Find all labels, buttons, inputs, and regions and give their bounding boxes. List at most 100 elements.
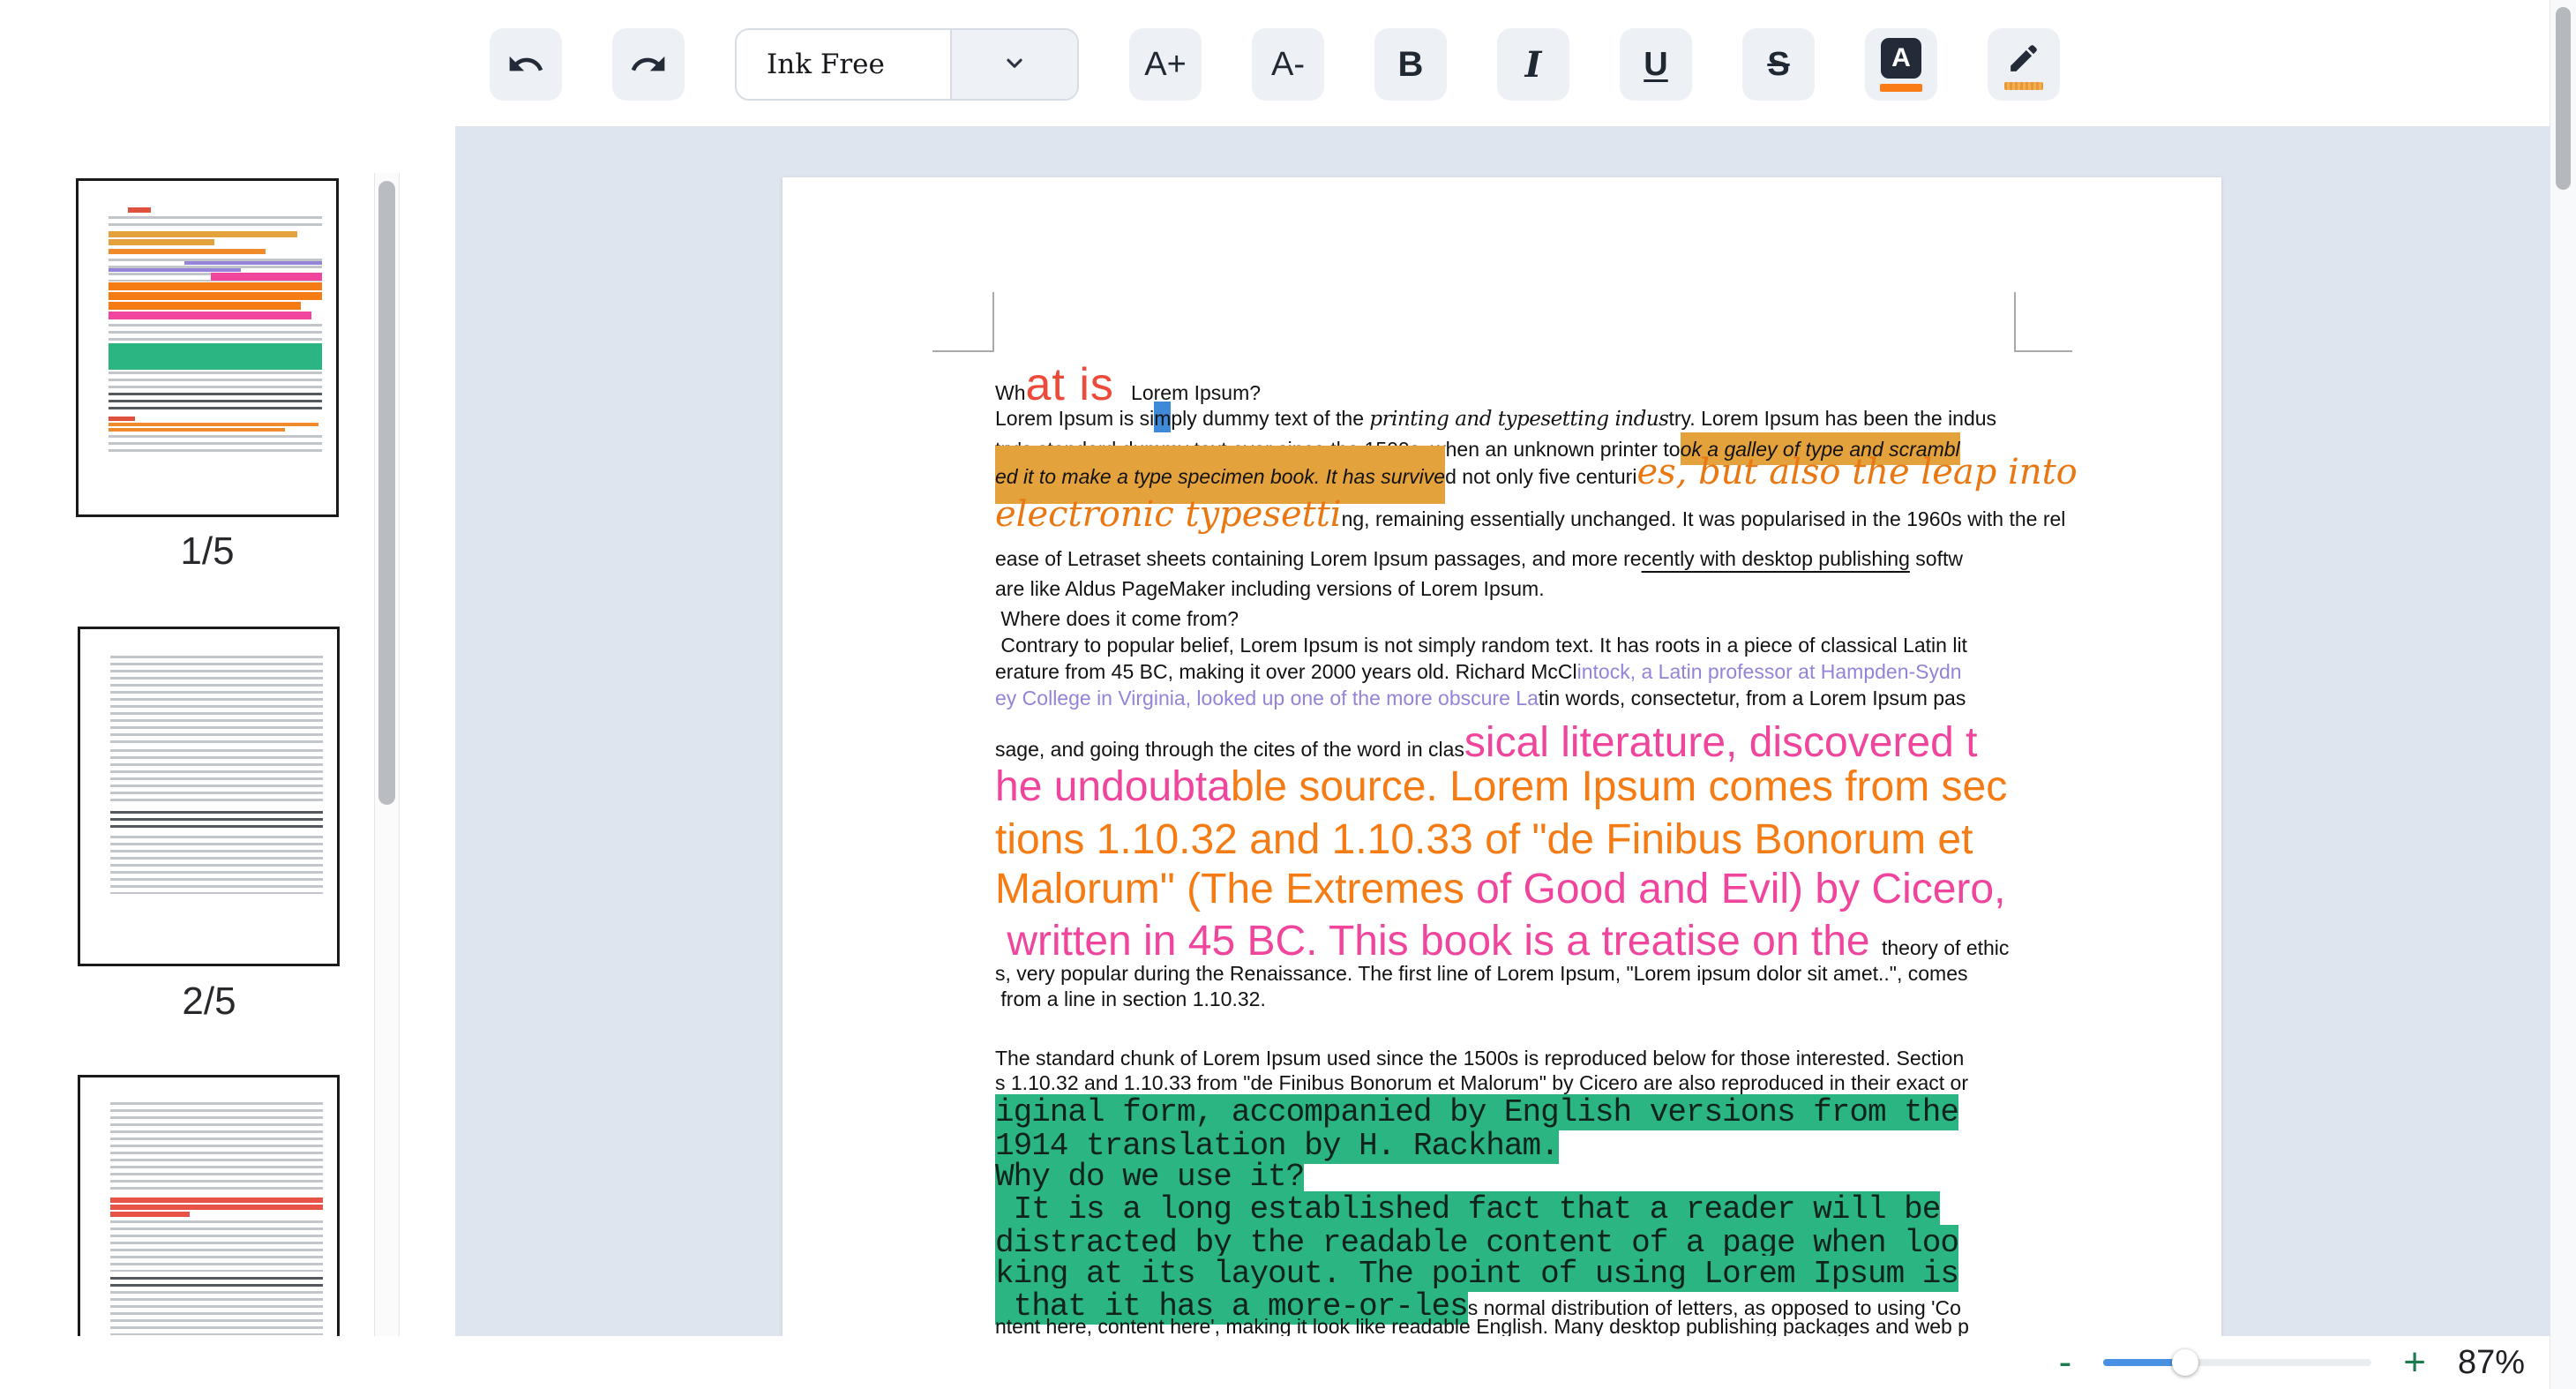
strikethrough-button[interactable]: S <box>1742 28 1815 101</box>
text-segment: Why do we use it? <box>995 1159 1305 1195</box>
main-scrollbar-thumb[interactable] <box>2556 7 2571 190</box>
text-segment: of Good and Evil) by Cicero, <box>1476 866 2006 912</box>
sidebar-scrollbar-thumb[interactable] <box>378 181 395 805</box>
page-thumbnail-1[interactable] <box>76 178 339 517</box>
text-segment: ng, remaining essentially unchanged. It … <box>1341 507 2066 530</box>
sidebar-scrollbar[interactable] <box>374 173 400 1336</box>
zoom-slider-thumb[interactable] <box>2172 1349 2199 1376</box>
font-color-button[interactable]: A <box>1865 28 1937 101</box>
zoom-out-button[interactable]: - <box>2059 1343 2072 1382</box>
text-segment: he undoubta <box>995 763 1231 810</box>
text-segment: The standard chunk of Lorem Ipsum used s… <box>995 1047 1965 1070</box>
text-segment: from a line in section 1.10.32. <box>995 987 1266 1010</box>
doc-line: written in 45 BC. This book is a treatis… <box>995 917 2009 965</box>
font-size-decrease-button[interactable]: A- <box>1252 28 1324 101</box>
doc-line: s, very popular during the Renaissance. … <box>995 962 1968 985</box>
doc-line: What is Lorem Ipsum? <box>995 359 1261 412</box>
doc-line: tions 1.10.32 and 1.10.33 of "de Finibus… <box>995 815 1973 864</box>
pen-icon <box>2005 40 2042 77</box>
text-segment: printing and typesetting indus <box>1369 408 1669 431</box>
text-segment: written in 45 BC. This book is a treatis… <box>995 918 1882 965</box>
doc-line: sage, and going through the cites of the… <box>995 718 1977 767</box>
chevron-down-icon <box>1000 48 1030 82</box>
margin-mark-right-icon <box>2014 292 2016 352</box>
doc-line: ed it to make a type specimen book. It h… <box>995 446 2078 504</box>
zoom-level: 87% <box>2457 1343 2525 1381</box>
text-segment: tions 1.10.32 and 1.10.33 of "de Finibus… <box>995 816 1973 863</box>
undo-button[interactable] <box>490 28 562 101</box>
app-window: Ink Free A+ A- B I U S A 1/5 2/5 What is… <box>0 0 2576 1389</box>
bottom-bar: - + 87% <box>0 1336 2576 1389</box>
text-segment: It is a long established fact that a rea… <box>995 1191 1941 1228</box>
thumbnail-1-preview <box>79 181 336 514</box>
font-selector-dropdown[interactable] <box>950 30 1077 99</box>
font-selector[interactable]: Ink Free <box>735 28 1079 101</box>
zoom-slider[interactable] <box>2103 1349 2372 1376</box>
doc-line: are like Aldus PageMaker including versi… <box>995 577 1545 600</box>
text-segment: iginal form, accompanied by English vers… <box>995 1094 1959 1130</box>
page-label-2: 2/5 <box>182 980 236 1023</box>
doc-line: Lorem Ipsum is simply dummy text of the … <box>995 402 1997 432</box>
main-scrollbar[interactable] <box>2550 0 2576 1389</box>
margin-mark-left-icon <box>992 292 994 352</box>
text-segment: sical literature, discovered t <box>1464 719 1978 766</box>
text-segment: Lorem Ipsum is si <box>995 407 1155 430</box>
doc-line: king at its layout. The point of using L… <box>995 1256 1959 1292</box>
text-segment: ply dummy text of the <box>1171 407 1370 430</box>
page-thumbnail-3[interactable] <box>78 1075 340 1336</box>
document-page[interactable]: What is Lorem Ipsum? Lorem Ipsum is simpl… <box>783 177 2221 1336</box>
text-segment: d not only five centuri <box>1445 465 1637 488</box>
bold-button[interactable]: B <box>1374 28 1447 101</box>
text-segment: Lorem Ipsum? <box>1131 381 1262 404</box>
bold-icon: B <box>1397 44 1424 84</box>
text-segment: Contrary to popular belief, Lorem Ipsum … <box>995 634 1967 657</box>
redo-icon <box>629 45 668 84</box>
font-size-increase-label: A+ <box>1144 45 1187 83</box>
text-segment: m <box>1154 402 1172 432</box>
undo-icon <box>506 45 545 84</box>
font-size-increase-button[interactable]: A+ <box>1129 28 1202 101</box>
doc-line: s 1.10.32 and 1.10.33 from "de Finibus B… <box>995 1071 1968 1094</box>
doc-line: Why do we use it? <box>995 1159 1305 1195</box>
thumbnail-2-preview <box>80 629 337 964</box>
text-segment <box>1114 381 1131 404</box>
highlighter-swatch <box>2004 81 2043 90</box>
strikethrough-icon: S <box>1767 45 1790 83</box>
font-selector-value-area: Ink Free <box>737 30 950 99</box>
text-segment: ey College in Virginia, looked up one of… <box>995 687 1539 710</box>
text-segment: sage, and going through the cites of the… <box>995 738 1464 761</box>
text-segment: s 1.10.32 and 1.10.33 from "de Finibus B… <box>995 1071 1969 1094</box>
doc-line: Contrary to popular belief, Lorem Ipsum … <box>995 634 1967 657</box>
page-thumbnail-2[interactable] <box>78 627 340 966</box>
text-segment: at is <box>1025 359 1114 410</box>
zoom-in-button[interactable]: + <box>2403 1343 2426 1382</box>
italic-button[interactable]: I <box>1497 28 1569 101</box>
doc-line: Where does it come from? <box>995 607 1239 630</box>
doc-line: erature from 45 BC, making it over 2000 … <box>995 660 1962 683</box>
document-area: What is Lorem Ipsum? Lorem Ipsum is simpl… <box>455 126 2550 1336</box>
italic-icon: I <box>1524 43 1542 86</box>
text-segment: ntent here, content here', making it loo… <box>995 1315 1969 1336</box>
doc-line: electronic typesetting, remaining essent… <box>995 494 2065 535</box>
text-segment: s, very popular during the Renaissance. … <box>995 962 1968 985</box>
highlighter-button[interactable] <box>1988 28 2060 101</box>
toolbar: Ink Free A+ A- B I U S A <box>0 0 2550 126</box>
text-segment: softw <box>1909 547 1963 570</box>
text-segment: theory of ethic <box>1881 936 2010 959</box>
text-segment: intock, a Latin professor at Hampden-Syd… <box>1576 660 1962 683</box>
doc-line: The standard chunk of Lorem Ipsum used s… <box>995 1047 1964 1070</box>
text-segment: try. Lorem Ipsum has been the indus <box>1668 407 1997 430</box>
doc-line: ntent here, content here', making it loo… <box>995 1315 1969 1336</box>
underline-button[interactable]: U <box>1620 28 1692 101</box>
doc-line: Malorum" (The Extremes of Good and Evil)… <box>995 865 2005 913</box>
font-size-decrease-label: A- <box>1271 45 1305 83</box>
text-segment: Malorum" (The Extremes <box>995 866 1477 912</box>
doc-line: ease of Letraset sheets containing Lorem… <box>995 547 1963 570</box>
text-segment: cently with desktop publishing <box>1641 547 1910 570</box>
doc-line: he undoubtable source. Lorem Ipsum comes… <box>995 762 2007 811</box>
font-color-swatch <box>1880 83 1922 92</box>
text-segment: ble source. Lorem Ipsum comes from sec <box>1230 763 2008 810</box>
text-segment: erature from 45 BC, making it over 2000 … <box>995 660 1577 683</box>
redo-button[interactable] <box>612 28 685 101</box>
text-segment: king at its layout. The point of using L… <box>995 1256 1959 1292</box>
